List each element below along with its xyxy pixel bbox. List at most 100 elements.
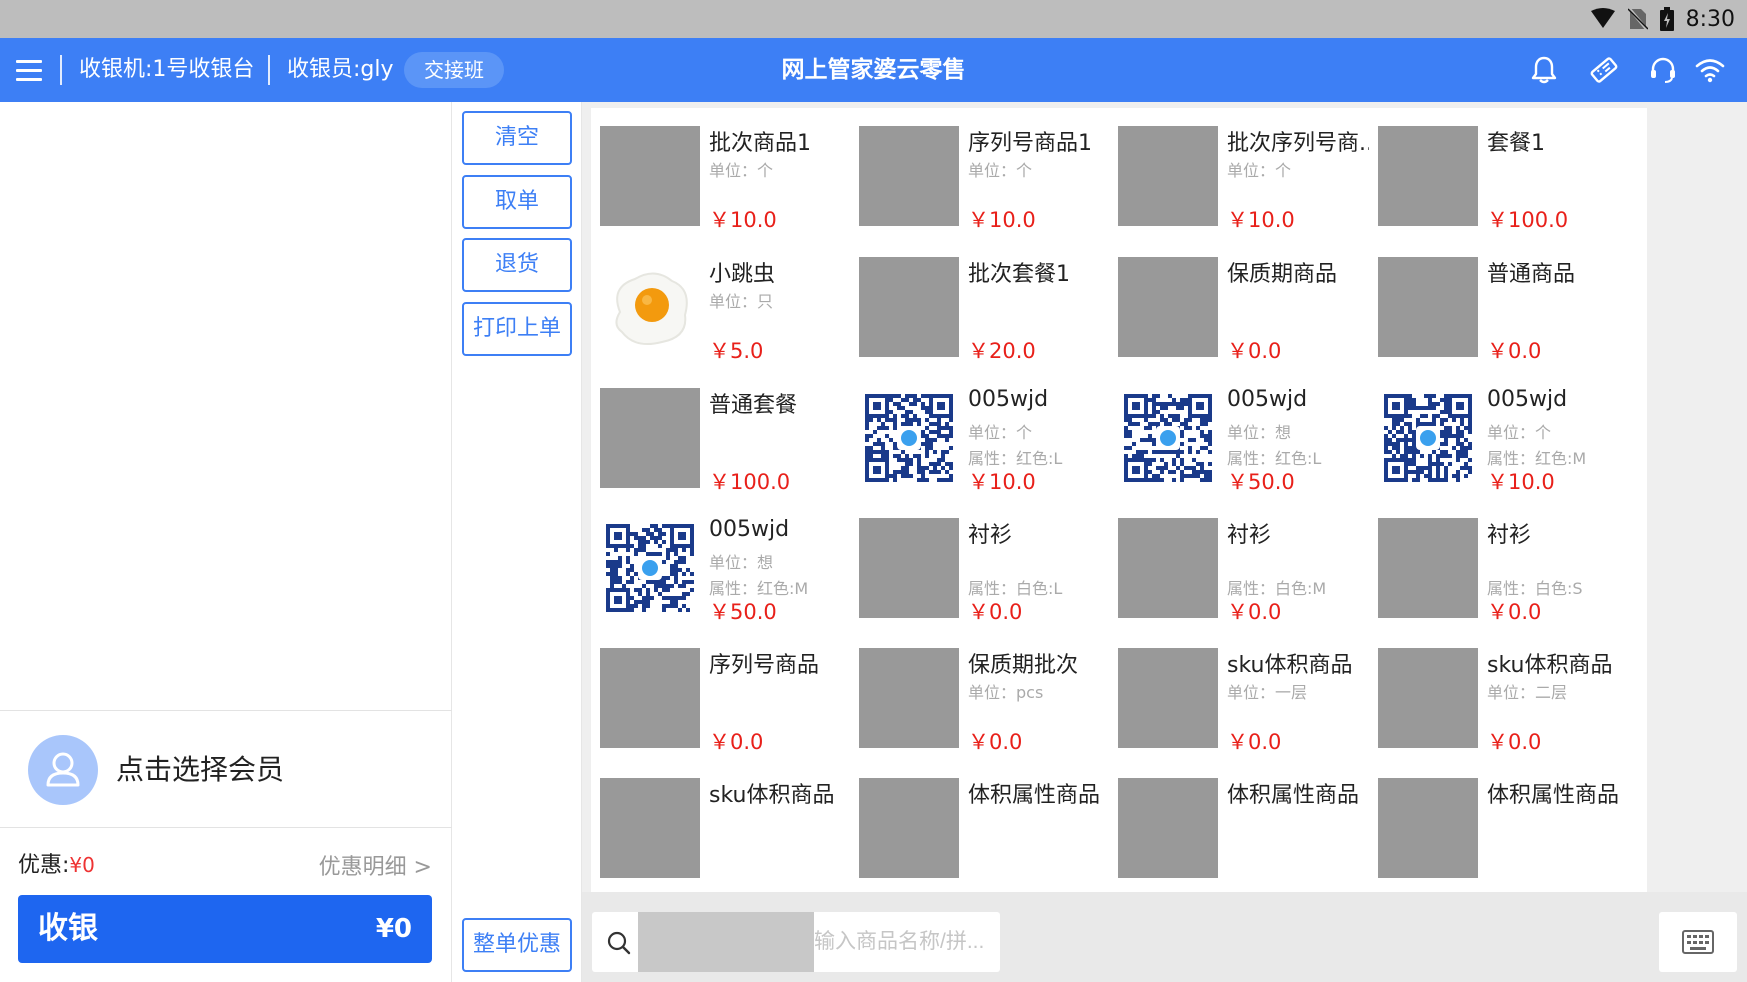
shift-change-button[interactable]: 交接班 (404, 52, 504, 88)
product-name: sku体积商品 (1487, 653, 1613, 678)
keyboard-icon (1682, 930, 1714, 954)
product-card[interactable]: 衬衫 属性：白色:M ￥0.0 (1109, 500, 1387, 636)
register-label: 收银机:1号收银台 (79, 57, 255, 82)
no-sim-icon (1627, 7, 1648, 31)
product-card[interactable]: 批次套餐1 ￥20.0 (850, 239, 1128, 375)
product-unit: 单位：个 (1227, 161, 1292, 180)
product-price: ￥0.0 (1227, 339, 1282, 363)
product-card[interactable]: 衬衫 属性：白色:L ￥0.0 (850, 500, 1128, 636)
product-image-placeholder (859, 648, 959, 748)
product-unit: 单位：pcs (968, 683, 1044, 702)
product-unit: 单位：个 (968, 423, 1033, 442)
product-name: 套餐1 (1487, 131, 1545, 156)
product-image-placeholder (600, 388, 700, 488)
product-name: 005wjd (1487, 387, 1568, 412)
qr-code-image (600, 518, 700, 618)
product-image-placeholder (600, 648, 700, 748)
product-price: ￥0.0 (968, 600, 1023, 624)
avatar (28, 735, 98, 805)
search-input[interactable] (814, 912, 1000, 972)
headset-icon[interactable] (1647, 54, 1679, 86)
product-name: 005wjd (709, 517, 790, 542)
product-price: ￥10.0 (968, 208, 1036, 232)
pos-app: 8:30 收银机:1号收银台 收银员:gly 交接班 网上管家婆云零售 点击选择… (0, 0, 1747, 982)
product-card[interactable]: 批次序列号商... 单位：个 ￥10.0 (1109, 108, 1387, 244)
product-name: 005wjd (1227, 387, 1308, 412)
product-card[interactable]: sku体积商品 单位：一层 ￥0.0 (1109, 630, 1387, 766)
product-unit: 单位：二层 (1487, 683, 1568, 702)
product-card[interactable]: 普通商品 ￥0.0 (1369, 239, 1647, 375)
product-image-placeholder (1378, 648, 1478, 748)
qr-code-image (1118, 388, 1218, 488)
product-card[interactable]: 体积属性商品 (850, 760, 1128, 892)
select-member[interactable]: 点击选择会员 (0, 710, 452, 828)
product-card[interactable]: 005wjd 单位：个 属性：红色:L ￥10.0 (850, 370, 1128, 506)
discount-summary: 优惠:¥0 (18, 847, 95, 879)
order-panel: 点击选择会员 优惠:¥0 优惠明细 > 收银 ¥0 (0, 102, 452, 982)
product-card[interactable]: 衬衫 属性：白色:S ￥0.0 (1369, 500, 1647, 636)
product-price: ￥100.0 (1487, 208, 1569, 232)
product-card[interactable]: 005wjd 单位：想 属性：红色:L ￥50.0 (1109, 370, 1387, 506)
product-name: 批次套餐1 (968, 262, 1070, 287)
product-card[interactable]: 体积属性商品 (1369, 760, 1647, 892)
product-image-placeholder (1118, 126, 1218, 226)
product-name: 衬衫 (1227, 523, 1272, 548)
product-card[interactable]: 普通套餐 ￥100.0 (591, 370, 869, 506)
keyboard-button[interactable] (1659, 912, 1737, 972)
product-price: ￥10.0 (709, 208, 777, 232)
search-icon[interactable] (606, 930, 632, 956)
product-name: 批次商品1 (709, 131, 811, 156)
product-card[interactable]: 序列号商品1 单位：个 ￥10.0 (850, 108, 1128, 244)
product-price: ￥0.0 (1487, 600, 1542, 624)
product-card[interactable]: 保质期商品 ￥0.0 (1109, 239, 1387, 375)
product-price: ￥50.0 (1227, 470, 1295, 494)
qr-code-image (859, 388, 959, 488)
product-image-placeholder (1378, 126, 1478, 226)
print-last-button[interactable]: 打印上单 (462, 302, 572, 356)
product-image-placeholder (1378, 257, 1478, 357)
product-name: sku体积商品 (1227, 653, 1353, 678)
signal-icon (1590, 8, 1615, 28)
product-price: ￥5.0 (709, 339, 764, 363)
product-grid: 批次商品1 单位：个 ￥10.0 序列号商品1 单位：个 ￥10.0 批次序列号商... 单位… (582, 102, 1747, 892)
product-name: 体积属性商品 (1227, 783, 1360, 808)
menu-icon[interactable] (16, 58, 44, 82)
product-name: 保质期批次 (968, 653, 1079, 678)
order-discount-button[interactable]: 整单优惠 (462, 918, 572, 972)
product-card[interactable]: sku体积商品 (591, 760, 869, 892)
product-unit: 单位：个 (968, 161, 1033, 180)
bell-icon[interactable] (1528, 54, 1560, 86)
product-price: ￥0.0 (1227, 730, 1282, 754)
search-box (592, 912, 1000, 972)
member-prompt: 点击选择会员 (116, 753, 285, 786)
discount-row: 优惠:¥0 优惠明细 > (0, 829, 452, 894)
checkout-label: 收银 (38, 911, 98, 946)
top-bar: 收银机:1号收银台 收银员:gly 交接班 网上管家婆云零售 (0, 38, 1747, 102)
discount-detail-link[interactable]: 优惠明细 > (319, 849, 432, 881)
product-card[interactable]: 套餐1 ￥100.0 (1369, 108, 1647, 244)
product-card[interactable]: 体积属性商品 (1109, 760, 1387, 892)
product-card[interactable]: 005wjd 单位：个 属性：红色:M ￥10.0 (1369, 370, 1647, 506)
product-card[interactable]: 序列号商品 ￥0.0 (591, 630, 869, 766)
return-button[interactable]: 退货 (462, 238, 572, 292)
clock: 8:30 (1685, 6, 1735, 32)
clear-button[interactable]: 清空 (462, 111, 572, 165)
product-price: ￥0.0 (1487, 730, 1542, 754)
product-price: ￥10.0 (1227, 208, 1295, 232)
discount-label: 优惠: (18, 853, 70, 878)
divider (60, 55, 62, 85)
product-image-placeholder (859, 126, 959, 226)
product-image-placeholder (600, 126, 700, 226)
product-card[interactable]: 小跳虫 单位：只 ￥5.0 (591, 239, 869, 375)
wifi-icon[interactable] (1694, 54, 1726, 86)
product-card[interactable]: sku体积商品单位：二层 ￥0.0 (1369, 630, 1647, 766)
checkout-amount: ¥0 (375, 914, 412, 944)
product-card[interactable]: 批次商品1 单位：个 ￥10.0 (591, 108, 869, 244)
qr-code-image (1378, 388, 1478, 488)
product-card[interactable]: 005wjd 单位：想 属性：红色:M ￥50.0 (591, 500, 869, 636)
checkout-button[interactable]: 收银 ¥0 (18, 895, 432, 963)
product-card[interactable]: 保质期批次 单位：pcs ￥0.0 (850, 630, 1128, 766)
tag-icon[interactable] (1588, 54, 1620, 86)
status-icons: 8:30 (1590, 6, 1735, 32)
retrieve-order-button[interactable]: 取单 (462, 175, 572, 229)
